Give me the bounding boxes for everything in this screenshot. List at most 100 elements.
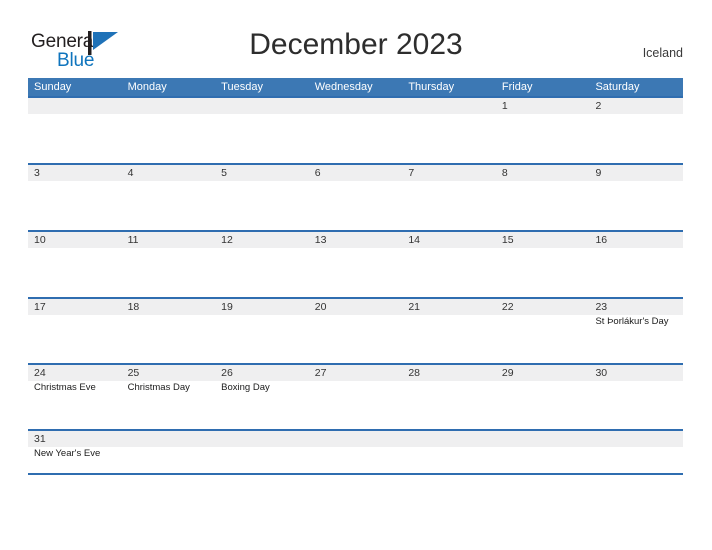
weekday-header-sunday: Sunday bbox=[34, 81, 72, 93]
event-label: New Year's Eve bbox=[34, 448, 101, 459]
country-label: Iceland bbox=[642, 46, 683, 60]
day-cell-18[interactable]: 18 bbox=[121, 299, 216, 363]
day-number: 28 bbox=[402, 365, 496, 381]
event-label: St Þorlákur's Day bbox=[595, 316, 669, 327]
day-number bbox=[402, 98, 496, 114]
day-cell-16[interactable]: 16 bbox=[589, 232, 684, 297]
day-events: Christmas Day bbox=[122, 381, 216, 394]
weekday-header-wednesday: Wednesday bbox=[314, 81, 373, 93]
week-row: 10 11 12 13 14 15 16 bbox=[28, 230, 684, 297]
day-cell-13[interactable]: 13 bbox=[308, 232, 403, 297]
day-number: 12 bbox=[215, 232, 309, 248]
day-number bbox=[308, 431, 403, 447]
calendar-weeks: 1 2 3 4 5 6 7 8 9 10 11 12 13 14 15 16 17 18 19 20 21 22 23 St … bbox=[28, 96, 684, 473]
week-row: 31 New Year's Eve bbox=[28, 429, 684, 473]
day-number bbox=[215, 98, 309, 114]
day-cell-26[interactable]: 26 Boxing Day bbox=[215, 365, 309, 429]
day-number: 20 bbox=[308, 299, 403, 315]
day-cell-8[interactable]: 8 bbox=[495, 165, 590, 230]
day-cell-12[interactable]: 12 bbox=[215, 232, 309, 297]
day-number: 17 bbox=[28, 299, 122, 315]
day-cell-31[interactable]: 31 New Year's Eve bbox=[28, 431, 122, 473]
calendar-grid: Sunday Monday Tuesday Wednesday Thursday Frid… bbox=[28, 78, 684, 475]
day-number bbox=[121, 431, 216, 447]
day-number: 21 bbox=[402, 299, 496, 315]
day-cell-2[interactable]: 2 bbox=[589, 98, 684, 163]
calendar-bottom-rule bbox=[28, 473, 683, 475]
day-cell-6[interactable]: 6 bbox=[308, 165, 403, 230]
day-number: 2 bbox=[589, 98, 684, 114]
day-number: 5 bbox=[215, 165, 309, 181]
weekday-header-tuesday: Tuesday bbox=[221, 81, 263, 93]
day-cell-empty bbox=[121, 98, 216, 163]
day-number: 24 bbox=[28, 365, 122, 381]
day-cell-9[interactable]: 9 bbox=[589, 165, 684, 230]
day-cell-1[interactable]: 1 bbox=[495, 98, 590, 163]
day-number: 1 bbox=[495, 98, 590, 114]
event-label: Christmas Day bbox=[127, 382, 190, 393]
week-row: 12 bbox=[28, 96, 684, 163]
weekday-header-friday: Friday bbox=[501, 81, 533, 93]
day-number bbox=[121, 98, 216, 114]
day-number bbox=[495, 431, 590, 447]
day-cell-28[interactable]: 28 bbox=[402, 365, 496, 429]
day-cell-empty bbox=[308, 98, 403, 163]
weekday-header-thursday: Thursday bbox=[408, 81, 455, 93]
day-cell-14[interactable]: 14 bbox=[402, 232, 496, 297]
day-cell-23[interactable]: 23 St Þorlákur's Day bbox=[589, 299, 684, 363]
day-cell-empty bbox=[495, 431, 590, 473]
day-cell-22[interactable]: 22 bbox=[495, 299, 590, 363]
day-number: 22 bbox=[495, 299, 590, 315]
day-number: 26 bbox=[215, 365, 309, 381]
day-number bbox=[28, 98, 122, 114]
day-events: Boxing Day bbox=[215, 381, 309, 394]
day-number: 25 bbox=[121, 365, 216, 381]
day-cell-15[interactable]: 15 bbox=[495, 232, 590, 297]
day-number: 19 bbox=[215, 299, 309, 315]
day-cell-11[interactable]: 11 bbox=[121, 232, 216, 297]
day-cell-21[interactable]: 21 bbox=[402, 299, 496, 363]
day-number: 27 bbox=[308, 365, 403, 381]
day-cell-19[interactable]: 19 bbox=[215, 299, 309, 363]
day-cell-25[interactable]: 25 Christmas Day bbox=[121, 365, 216, 429]
calendar-page: General Blue December 2023 Iceland Sunda… bbox=[0, 0, 712, 550]
day-cell-5[interactable]: 5 bbox=[215, 165, 309, 230]
week-row: 3456789 bbox=[28, 163, 684, 230]
day-number: 18 bbox=[121, 299, 216, 315]
week-row: 17 18 19 20 21 22 23 St Þorlákur's Day bbox=[28, 297, 684, 363]
day-cell-24[interactable]: 24 Christmas Eve bbox=[28, 365, 122, 429]
event-label: Boxing Day bbox=[221, 382, 270, 393]
day-cell-3[interactable]: 3 bbox=[28, 165, 122, 230]
day-number: 31 bbox=[28, 431, 122, 447]
day-number: 3 bbox=[28, 165, 122, 181]
day-number: 14 bbox=[402, 232, 496, 248]
day-number: 16 bbox=[589, 232, 684, 248]
day-cell-30[interactable]: 30 bbox=[589, 365, 684, 429]
day-number: 11 bbox=[121, 232, 216, 248]
day-number: 6 bbox=[308, 165, 403, 181]
day-cell-27[interactable]: 27 bbox=[308, 365, 403, 429]
day-number bbox=[215, 431, 309, 447]
weekday-header-monday: Monday bbox=[127, 81, 167, 93]
event-label: Christmas Eve bbox=[34, 382, 96, 393]
day-cell-29[interactable]: 29 bbox=[495, 365, 590, 429]
day-cell-empty bbox=[402, 431, 496, 473]
day-events: New Year's Eve bbox=[28, 447, 122, 460]
day-events: Christmas Eve bbox=[28, 381, 122, 394]
day-cell-17[interactable]: 17 bbox=[28, 299, 122, 363]
day-cell-empty bbox=[589, 431, 684, 473]
day-number: 4 bbox=[121, 165, 216, 181]
day-number: 30 bbox=[589, 365, 684, 381]
day-number: 13 bbox=[308, 232, 403, 248]
day-cell-20[interactable]: 20 bbox=[308, 299, 403, 363]
day-cell-empty bbox=[215, 98, 309, 163]
day-cell-empty bbox=[121, 431, 216, 473]
day-number: 15 bbox=[495, 232, 590, 248]
day-cell-4[interactable]: 4 bbox=[121, 165, 216, 230]
day-number bbox=[589, 431, 684, 447]
day-number: 9 bbox=[589, 165, 684, 181]
day-cell-7[interactable]: 7 bbox=[402, 165, 496, 230]
day-cell-empty bbox=[402, 98, 496, 163]
day-events: St Þorlákur's Day bbox=[589, 315, 683, 328]
day-cell-10[interactable]: 10 bbox=[28, 232, 122, 297]
